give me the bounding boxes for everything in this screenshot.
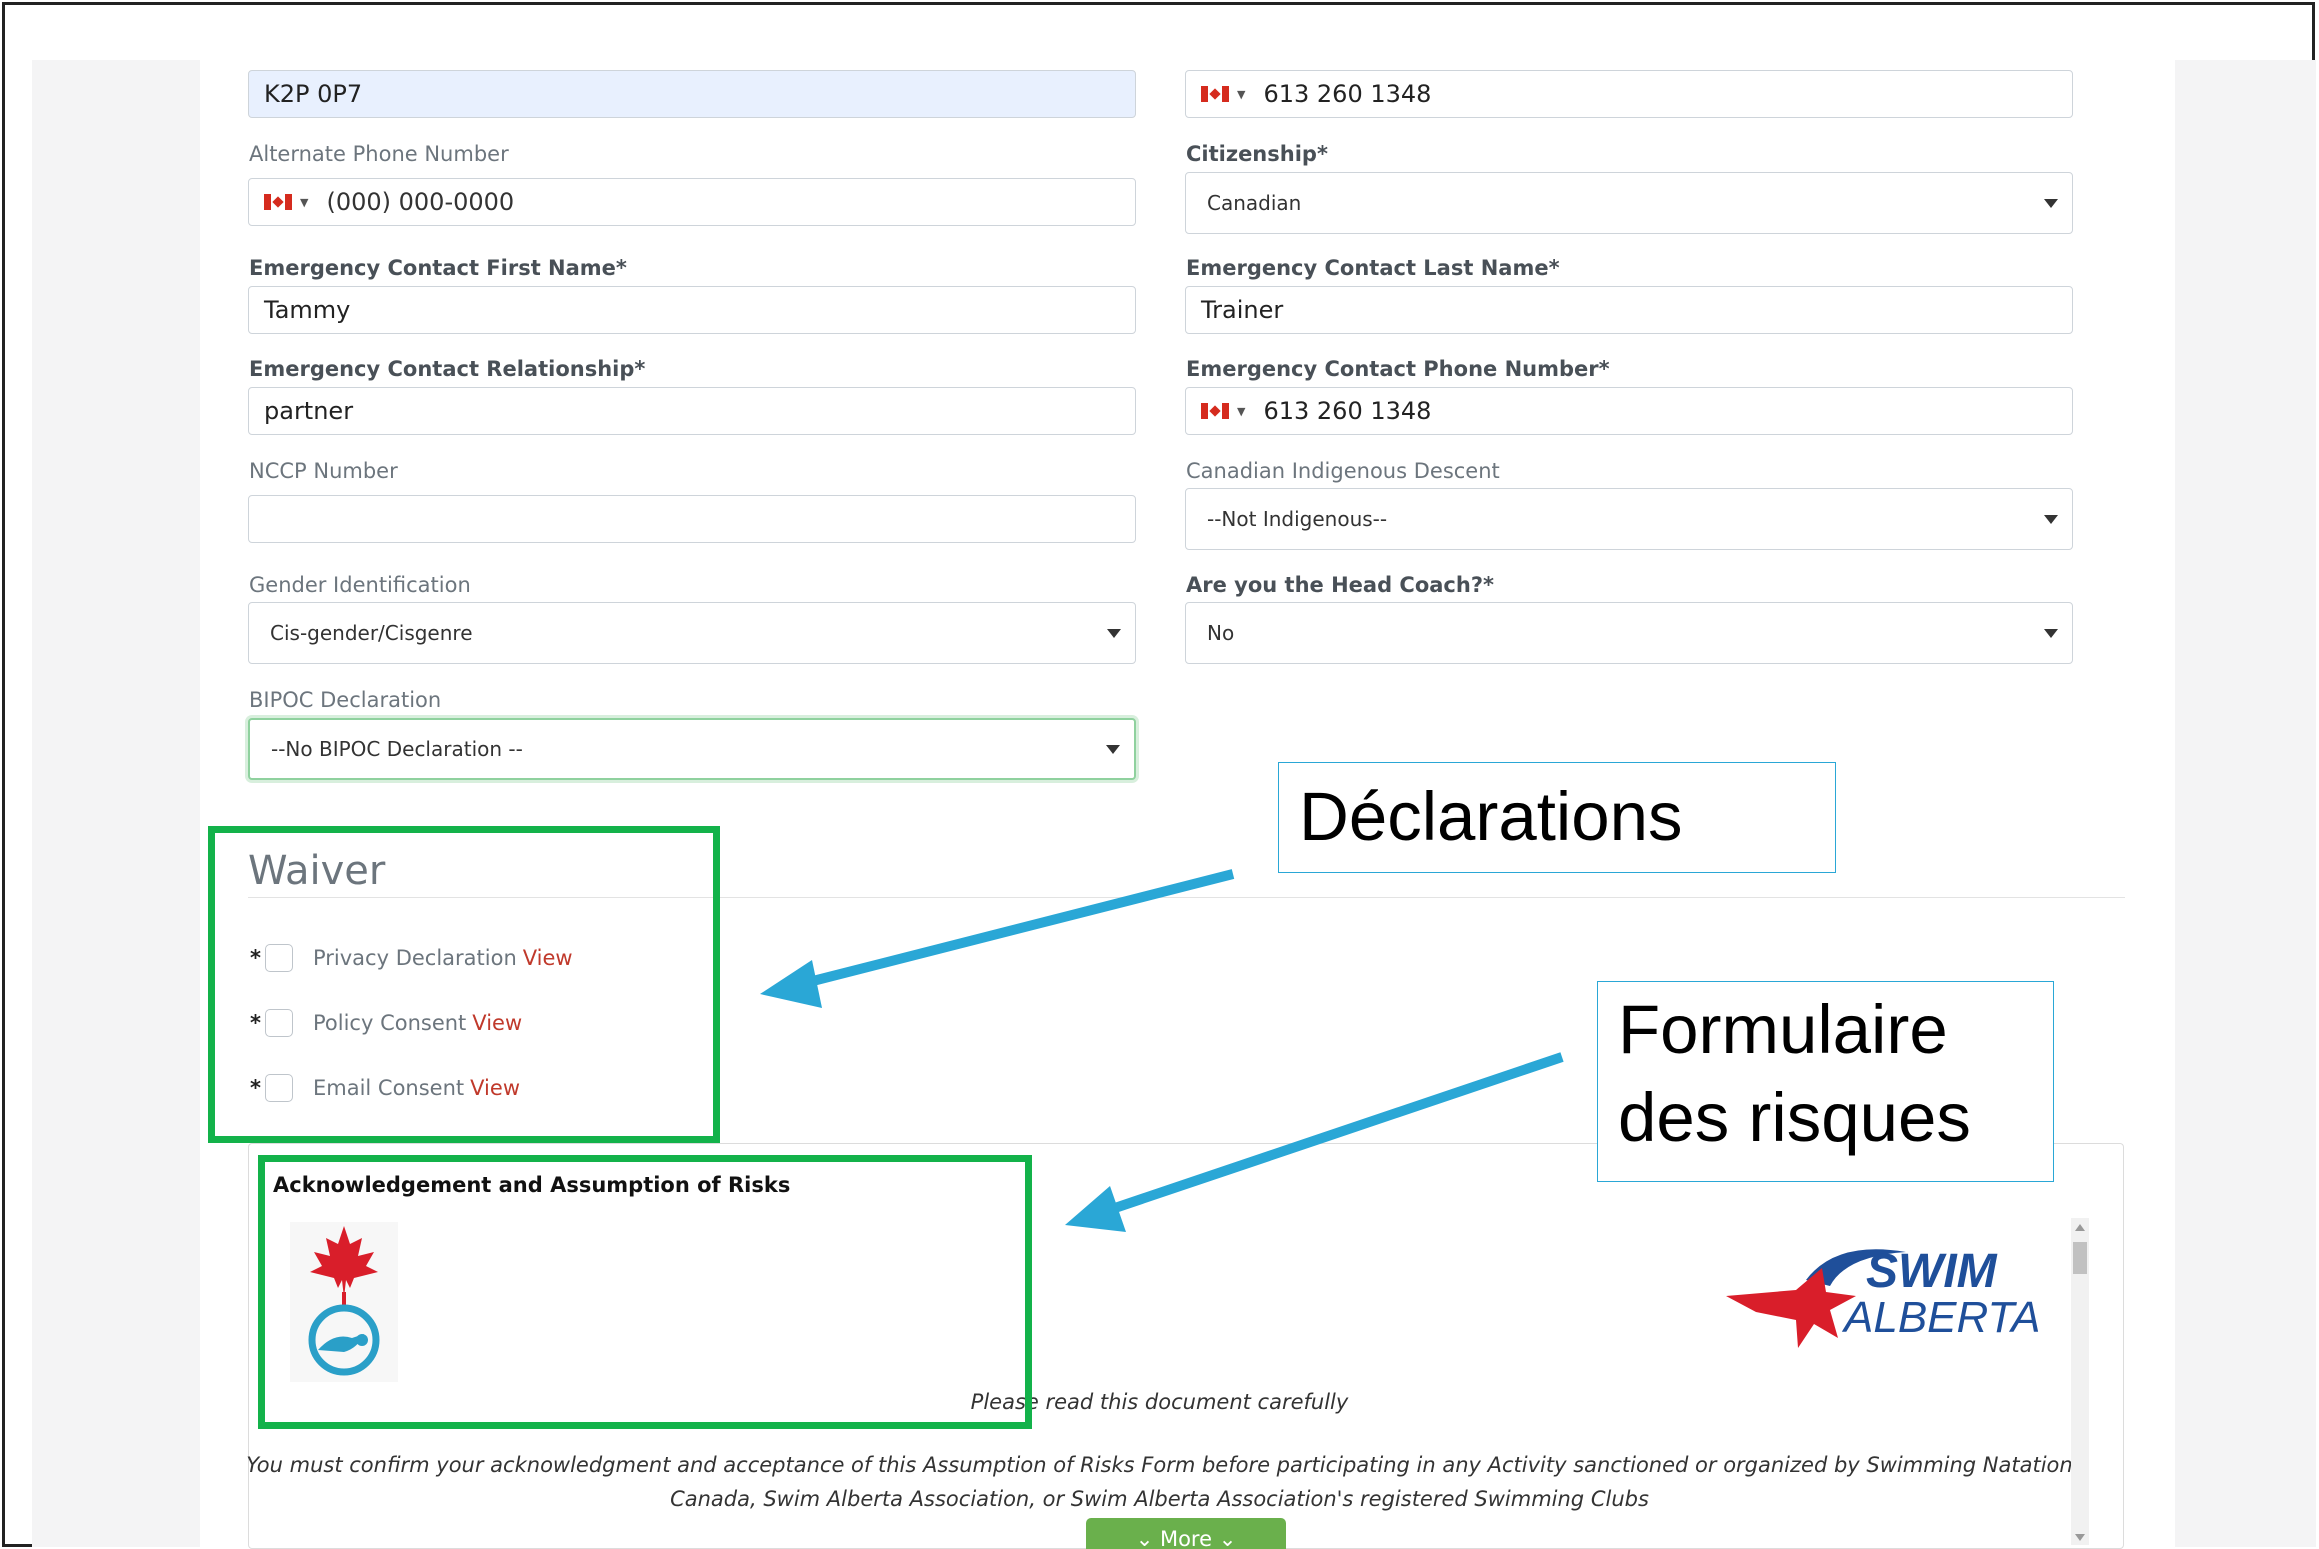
annotation-arrows xyxy=(760,869,1564,1232)
declarations-arrow xyxy=(803,869,1235,988)
declarations-callout: Déclarations xyxy=(1278,762,1836,873)
risk-form-callout-line2: des risques xyxy=(1618,1079,1971,1156)
risk-form-callout: Formulaire des risques xyxy=(1597,981,2054,1182)
declarations-arrowhead xyxy=(760,960,822,1008)
declarations-callout-text: Déclarations xyxy=(1299,778,1683,855)
risk-form-arrow xyxy=(1110,1052,1564,1214)
risk-form-arrowhead xyxy=(1065,1186,1126,1232)
risk-form-callout-line1: Formulaire xyxy=(1618,991,1948,1068)
